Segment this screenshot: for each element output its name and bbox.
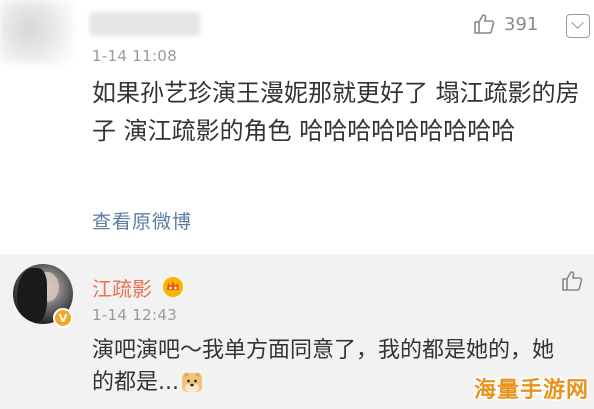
comment-text: 如果孙艺珍演王漫妮那就更好了 塌江疏影的房子 演江疏影的角色 哈哈哈哈哈哈哈哈哈 bbox=[92, 79, 580, 145]
comment-timestamp: 1-14 11:08 bbox=[92, 47, 178, 65]
more-options-button[interactable] bbox=[566, 14, 590, 38]
doge-emoji-icon bbox=[181, 372, 202, 392]
commenter-name-blurred[interactable] bbox=[90, 12, 200, 36]
view-original-weibo-link[interactable]: 查看原微博 bbox=[92, 207, 192, 234]
site-watermark: 海量手游网 bbox=[474, 378, 590, 403]
thumbs-up-icon bbox=[474, 14, 495, 34]
crown-icon bbox=[163, 277, 183, 297]
reply-author-name[interactable]: 江疏影 bbox=[92, 273, 152, 302]
like-button[interactable]: 391 bbox=[472, 12, 538, 36]
reply-timestamp: 1-14 12:43 bbox=[92, 306, 178, 324]
thumbs-up-icon[interactable] bbox=[560, 269, 584, 293]
verified-badge-icon: V bbox=[53, 308, 73, 328]
like-count: 391 bbox=[504, 13, 539, 35]
commenter-avatar-blurred[interactable] bbox=[0, 0, 74, 64]
